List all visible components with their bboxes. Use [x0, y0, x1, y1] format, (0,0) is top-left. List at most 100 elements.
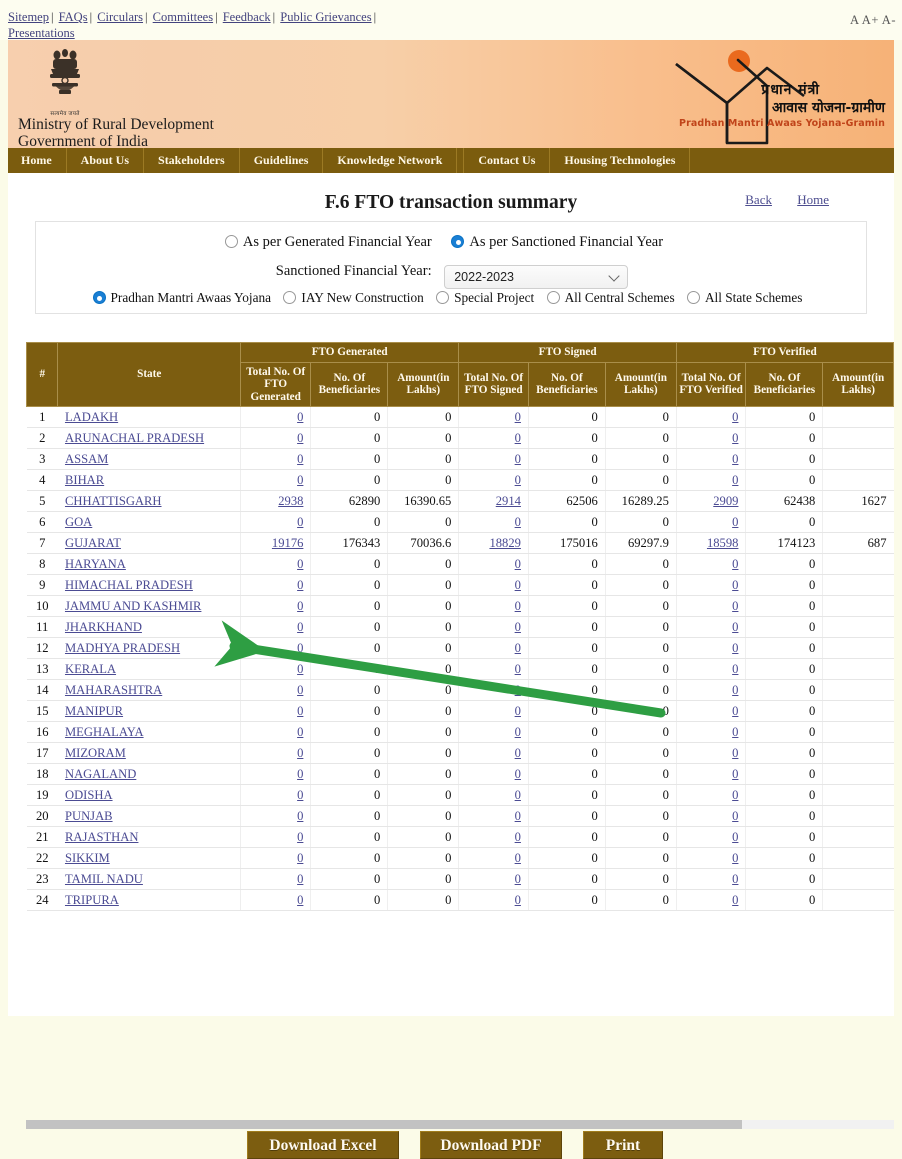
radio-option-special-project[interactable]: Special Project — [436, 290, 534, 305]
radio-all-central-icon[interactable] — [546, 291, 560, 304]
state-link[interactable]: MAHARASHTRA — [65, 683, 162, 697]
cell-link-sign-total[interactable]: 0 — [515, 725, 521, 739]
cell-link-sign-total[interactable]: 0 — [515, 557, 521, 571]
financial-year-select[interactable]: 2022-2023 — [444, 265, 629, 289]
cell-link-gen-total[interactable]: 0 — [297, 809, 303, 823]
state-link[interactable]: ODISHA — [65, 788, 113, 802]
state-link[interactable]: PUNJAB — [65, 809, 113, 823]
cell-link-gen-total[interactable]: 0 — [297, 872, 303, 886]
radio-option-generated-fy[interactable]: As per Generated Financial Year — [224, 234, 432, 250]
state-link[interactable]: BIHAR — [65, 473, 104, 487]
cell-link-ver-total[interactable]: 0 — [732, 557, 738, 571]
cell-link-ver-total[interactable]: 0 — [732, 641, 738, 655]
cell-link-ver-total[interactable]: 0 — [732, 893, 738, 907]
nav-item-stakeholders[interactable]: Stakeholders — [144, 148, 240, 173]
state-link[interactable]: CHHATTISGARH — [65, 494, 162, 508]
cell-link-sign-total[interactable]: 0 — [515, 473, 521, 487]
state-link[interactable]: RAJASTHAN — [65, 830, 138, 844]
print-button[interactable]: Print — [583, 1131, 663, 1159]
state-link[interactable]: ARUNACHAL PRADESH — [65, 431, 204, 445]
state-link[interactable]: SIKKIM — [65, 851, 110, 865]
cell-link-gen-total[interactable]: 0 — [297, 431, 303, 445]
cell-link-ver-total[interactable]: 0 — [732, 431, 738, 445]
cell-link-sign-total[interactable]: 0 — [515, 431, 521, 445]
state-link[interactable]: GUJARAT — [65, 536, 121, 550]
radio-option-all-state-schemes[interactable]: All State Schemes — [686, 290, 802, 305]
cell-link-sign-total[interactable]: 0 — [515, 410, 521, 424]
radio-iay-icon[interactable] — [283, 291, 297, 304]
top-link-circulars[interactable]: Circulars — [97, 10, 143, 24]
cell-link-ver-total[interactable]: 0 — [732, 473, 738, 487]
cell-link-sign-total[interactable]: 0 — [515, 788, 521, 802]
cell-link-sign-total[interactable]: 0 — [515, 809, 521, 823]
nav-item-housing-technologies[interactable]: Housing Technologies — [550, 148, 691, 173]
state-link[interactable]: ASSAM — [65, 452, 108, 466]
radio-generated-fy-icon[interactable] — [224, 235, 238, 248]
cell-link-ver-total[interactable]: 0 — [732, 578, 738, 592]
cell-link-sign-total[interactable]: 0 — [515, 893, 521, 907]
cell-link-ver-total[interactable]: 0 — [732, 620, 738, 634]
cell-link-gen-total[interactable]: 0 — [297, 452, 303, 466]
cell-link-sign-total[interactable]: 0 — [515, 452, 521, 466]
cell-link-sign-total[interactable]: 18829 — [489, 536, 520, 550]
cell-link-gen-total[interactable]: 0 — [297, 683, 303, 697]
cell-link-sign-total[interactable]: 0 — [515, 620, 521, 634]
cell-link-ver-total[interactable]: 0 — [732, 851, 738, 865]
cell-link-sign-total[interactable]: 0 — [515, 704, 521, 718]
cell-link-gen-total[interactable]: 0 — [297, 893, 303, 907]
cell-link-sign-total[interactable]: 0 — [515, 641, 521, 655]
top-link-sitemep[interactable]: Sitemep — [8, 10, 49, 24]
cell-link-sign-total[interactable]: 0 — [515, 578, 521, 592]
state-link[interactable]: TRIPURA — [65, 893, 119, 907]
home-link[interactable]: Home — [797, 192, 829, 207]
cell-link-gen-total[interactable]: 0 — [297, 767, 303, 781]
cell-link-gen-total[interactable]: 0 — [297, 725, 303, 739]
radio-option-all-central-schemes[interactable]: All Central Schemes — [546, 290, 675, 305]
state-link[interactable]: KERALA — [65, 662, 116, 676]
cell-link-sign-total[interactable]: 0 — [515, 830, 521, 844]
radio-option-pmay[interactable]: Pradhan Mantri Awaas Yojana — [92, 290, 271, 305]
cell-link-ver-total[interactable]: 0 — [732, 704, 738, 718]
state-link[interactable]: MADHYA PRADESH — [65, 641, 180, 655]
radio-sanctioned-fy-icon[interactable] — [451, 235, 465, 248]
cell-link-sign-total[interactable]: 0 — [515, 599, 521, 613]
font-size-value[interactable]: A A+ A- — [850, 13, 896, 27]
font-size-controls[interactable]: A A+ A- — [850, 13, 896, 28]
cell-link-ver-total[interactable]: 0 — [732, 725, 738, 739]
download-pdf-button[interactable]: Download PDF — [420, 1131, 562, 1159]
cell-link-ver-total[interactable]: 0 — [732, 515, 738, 529]
top-link-faqs[interactable]: FAQs — [59, 10, 88, 24]
state-link[interactable]: LADAKH — [65, 410, 118, 424]
cell-link-ver-total[interactable]: 0 — [732, 809, 738, 823]
radio-option-iay-new-construction[interactable]: IAY New Construction — [283, 290, 424, 305]
cell-link-ver-total[interactable]: 2909 — [713, 494, 738, 508]
cell-link-ver-total[interactable]: 0 — [732, 872, 738, 886]
cell-link-gen-total[interactable]: 0 — [297, 599, 303, 613]
cell-link-gen-total[interactable]: 0 — [297, 557, 303, 571]
nav-item-knowledge-network[interactable]: Knowledge Network — [323, 148, 458, 173]
state-link[interactable]: GOA — [65, 515, 92, 529]
cell-link-gen-total[interactable]: 0 — [297, 788, 303, 802]
cell-link-gen-total[interactable]: 0 — [297, 830, 303, 844]
cell-link-ver-total[interactable]: 18598 — [707, 536, 738, 550]
download-excel-button[interactable]: Download Excel — [247, 1131, 399, 1159]
state-link[interactable]: HIMACHAL PRADESH — [65, 578, 193, 592]
top-link-feedback[interactable]: Feedback — [223, 10, 271, 24]
cell-link-sign-total[interactable]: 0 — [515, 746, 521, 760]
cell-link-gen-total[interactable]: 0 — [297, 410, 303, 424]
cell-link-ver-total[interactable]: 0 — [732, 662, 738, 676]
cell-link-gen-total[interactable]: 0 — [297, 662, 303, 676]
cell-link-gen-total[interactable]: 0 — [297, 620, 303, 634]
horizontal-scrollbar[interactable] — [26, 1120, 894, 1129]
state-link[interactable]: JAMMU AND KASHMIR — [65, 599, 201, 613]
cell-link-gen-total[interactable]: 2938 — [278, 494, 303, 508]
cell-link-sign-total[interactable]: 0 — [515, 683, 521, 697]
state-link[interactable]: MANIPUR — [65, 704, 123, 718]
cell-link-ver-total[interactable]: 0 — [732, 767, 738, 781]
cell-link-sign-total[interactable]: 0 — [515, 662, 521, 676]
cell-link-ver-total[interactable]: 0 — [732, 830, 738, 844]
cell-link-ver-total[interactable]: 0 — [732, 683, 738, 697]
nav-item-home[interactable]: Home — [8, 148, 67, 173]
cell-link-gen-total[interactable]: 0 — [297, 578, 303, 592]
cell-link-gen-total[interactable]: 0 — [297, 641, 303, 655]
